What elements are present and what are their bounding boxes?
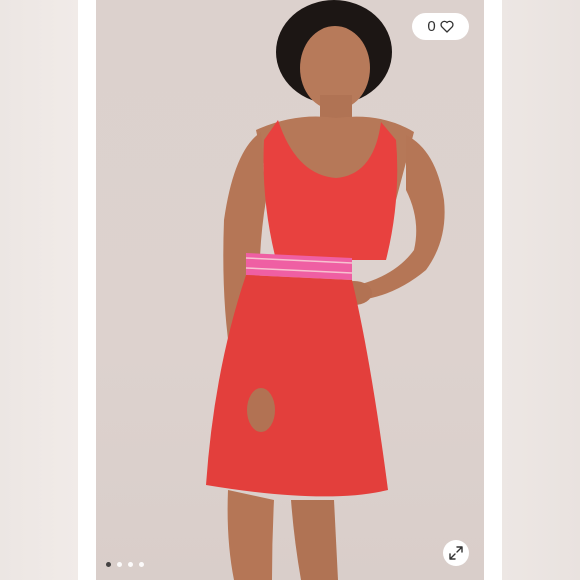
previous-photo-peek[interactable] [0, 0, 78, 580]
carousel-dot[interactable] [106, 562, 111, 567]
product-photo[interactable] [96, 0, 484, 580]
like-button[interactable]: 0 [412, 13, 469, 40]
expand-button[interactable] [443, 540, 469, 566]
carousel-dot[interactable] [139, 562, 144, 567]
heart-icon [440, 20, 454, 33]
carousel-dot[interactable] [128, 562, 133, 567]
next-photo-peek[interactable] [502, 0, 580, 580]
carousel-indicator [106, 562, 144, 567]
expand-arrows-icon [449, 546, 463, 560]
carousel-dot[interactable] [117, 562, 122, 567]
model-illustration [206, 0, 445, 580]
like-count: 0 [427, 18, 436, 35]
